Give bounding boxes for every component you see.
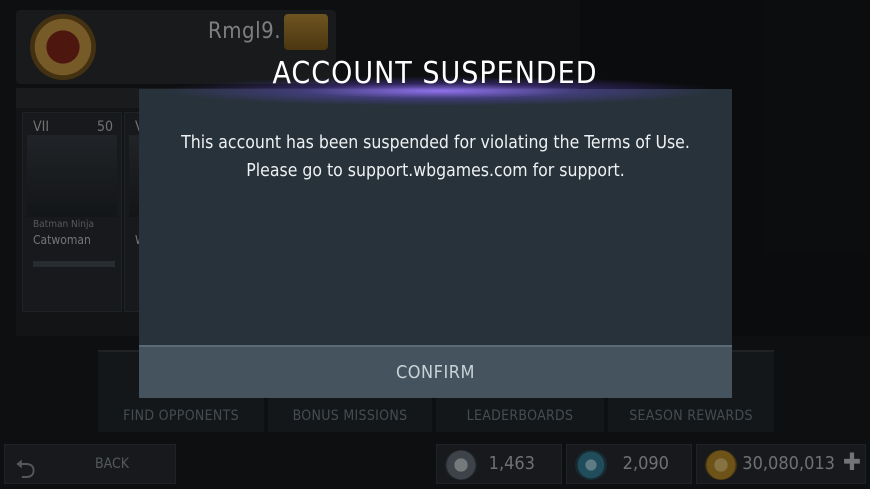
confirm-button[interactable]: CONFIRM [139, 345, 732, 398]
dialog-title: ACCOUNT SUSPENDED [272, 56, 598, 91]
dialog-message: This account has been suspended for viol… [181, 133, 690, 181]
confirm-label: CONFIRM [396, 362, 475, 383]
suspension-dialog: This account has been suspended for viol… [139, 89, 732, 345]
